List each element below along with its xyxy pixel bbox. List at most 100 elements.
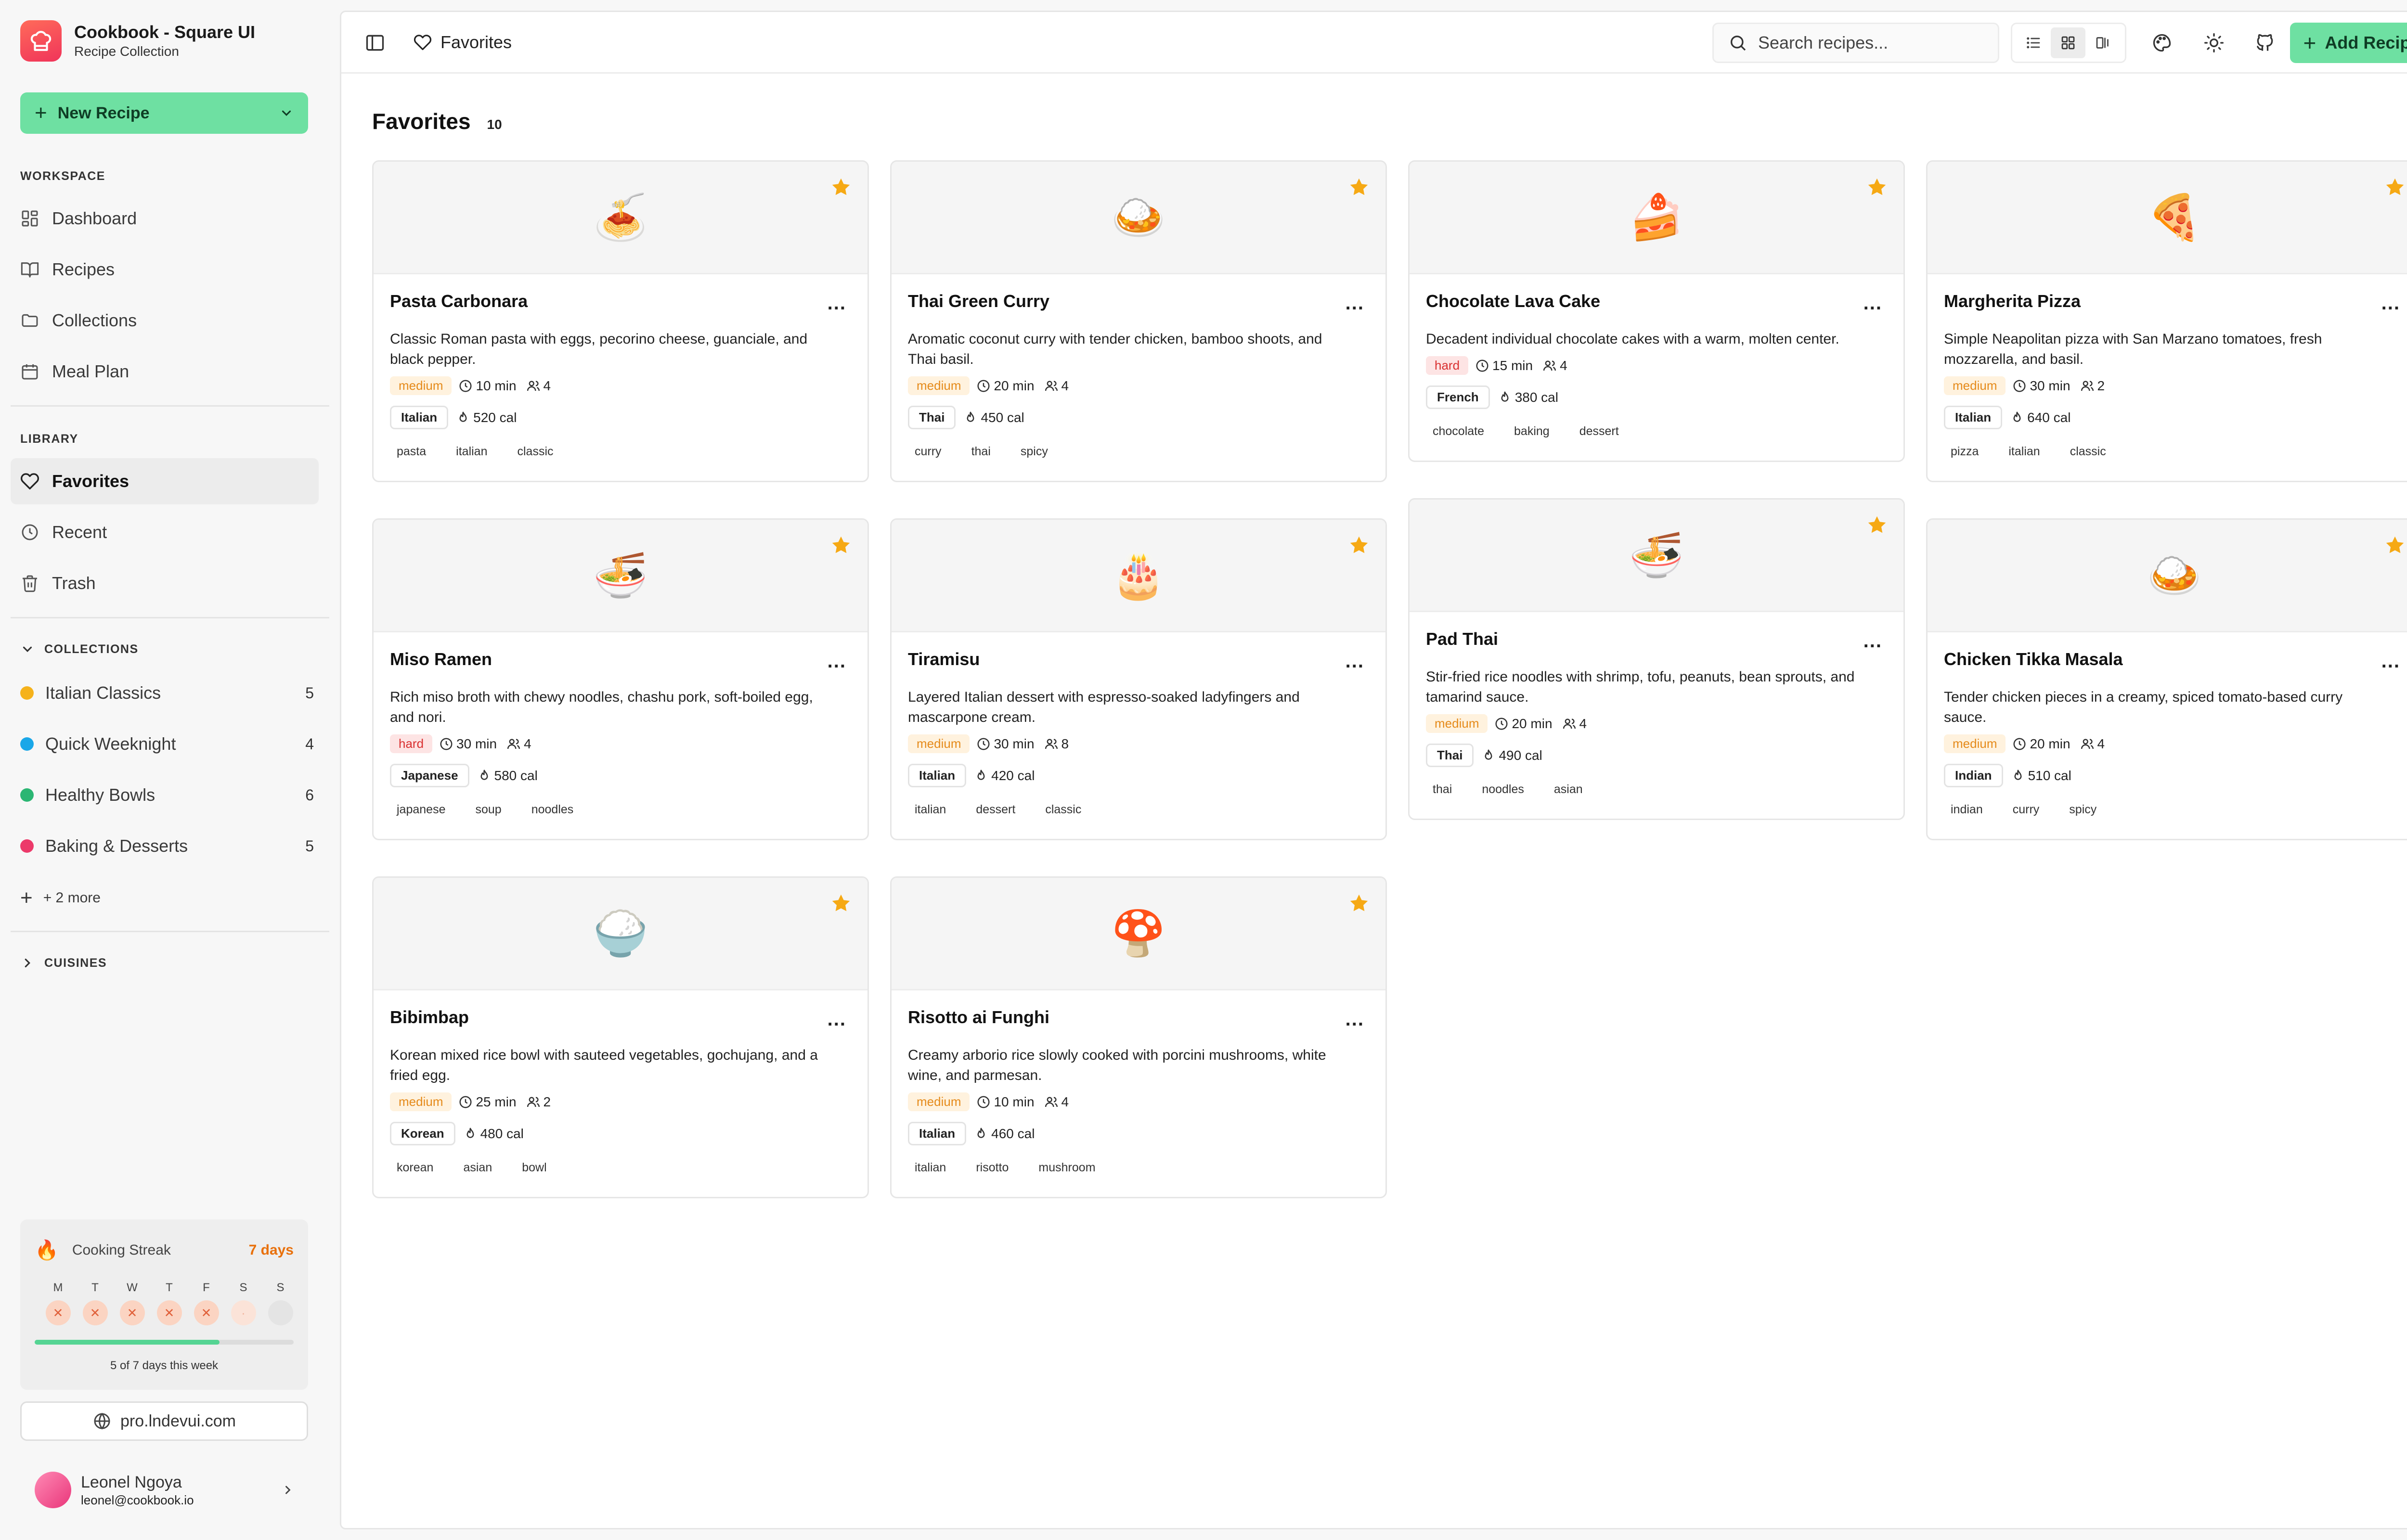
more-options-icon[interactable]: ... <box>1346 294 1364 313</box>
new-recipe-button[interactable]: + New Recipe <box>20 92 308 134</box>
recipe-card[interactable]: 🍰 Chocolate Lava Cake... Decadent individu… <box>1408 160 1905 462</box>
tag[interactable]: chocolate <box>1426 422 1491 441</box>
recipe-card[interactable]: 🍝 Pasta Carbonara... Classic Roman pasta w… <box>372 160 869 482</box>
tag[interactable]: spicy <box>2062 800 2103 820</box>
star-icon[interactable] <box>1348 892 1370 914</box>
collection-item-healthy-bowls[interactable]: Healthy Bowls 6 <box>11 772 319 818</box>
collection-item-quick-weeknight[interactable]: Quick Weeknight 4 <box>11 721 319 767</box>
tag[interactable]: pizza <box>1944 442 1985 462</box>
tag[interactable]: italian <box>449 442 494 462</box>
sun-icon[interactable] <box>2203 32 2225 53</box>
tag[interactable]: classic <box>1038 800 1088 820</box>
sidebar-item-dashboard[interactable]: Dashboard <box>11 195 319 242</box>
tag[interactable]: korean <box>390 1158 440 1178</box>
tag[interactable]: thai <box>1426 780 1459 799</box>
more-options-icon[interactable]: ... <box>1346 1010 1364 1029</box>
add-recipe-button[interactable]: + Add Recipe <box>2290 23 2407 63</box>
tag[interactable]: curry <box>2006 800 2046 820</box>
search-box[interactable] <box>1712 23 1999 63</box>
recipe-card[interactable]: 🍜 Miso Ramen... Rich miso broth with chewy… <box>372 518 869 840</box>
site-link[interactable]: pro.lndevui.com <box>20 1401 308 1441</box>
sidebar-item-collections[interactable]: Collections <box>11 297 319 344</box>
more-options-icon[interactable]: ... <box>828 1010 846 1029</box>
tag[interactable]: bowl <box>515 1158 553 1178</box>
tag[interactable]: asian <box>456 1158 499 1178</box>
recipe-card[interactable]: 🎂 Tiramisu... Layered Italian dessert with… <box>890 518 1387 840</box>
tag[interactable]: thai <box>965 442 997 462</box>
more-options-icon[interactable]: ... <box>1863 294 1882 313</box>
star-icon[interactable] <box>830 892 852 914</box>
streak-progress-bar <box>35 1340 294 1345</box>
users-icon <box>507 738 520 749</box>
tag[interactable]: dessert <box>1573 422 1626 441</box>
flame-icon <box>459 411 467 422</box>
star-icon[interactable] <box>1866 514 1888 536</box>
star-icon[interactable] <box>830 176 852 198</box>
more-options-icon[interactable]: ... <box>828 652 846 671</box>
brand[interactable]: Cookbook - Square UI Recipe Collection <box>20 20 255 62</box>
search-input[interactable] <box>1758 33 1980 53</box>
tag[interactable]: indian <box>1944 800 1990 820</box>
recipe-title: Risotto ai Funghi <box>908 1007 1049 1027</box>
tag[interactable]: curry <box>908 442 948 462</box>
tag[interactable]: soup <box>468 800 508 820</box>
recipe-card[interactable]: 🍕 Margherita Pizza... Simple Neapolitan pi… <box>1926 160 2407 482</box>
more-options-icon[interactable]: ... <box>2381 294 2400 313</box>
tag[interactable]: classic <box>2063 442 2113 462</box>
recipe-card[interactable]: 🍚 Bibimbap... Korean mixed rice bowl with … <box>372 876 869 1198</box>
weekday-label: T <box>91 1281 99 1294</box>
tag[interactable]: noodles <box>525 800 581 820</box>
collections-section-toggle[interactable]: COLLECTIONS <box>20 642 139 656</box>
recipe-tags: indian curry spicy <box>1944 800 2405 820</box>
calories: 380 cal <box>1514 389 1558 405</box>
more-collections-button[interactable]: + + 2 more <box>11 875 319 921</box>
columns-view-button[interactable] <box>2085 27 2120 58</box>
tag[interactable]: italian <box>908 800 953 820</box>
more-options-icon[interactable]: ... <box>1346 652 1364 671</box>
tag[interactable]: noodles <box>1475 780 1531 799</box>
tag[interactable]: baking <box>1507 422 1556 441</box>
star-icon[interactable] <box>830 534 852 556</box>
collection-item-baking-desserts[interactable]: Baking & Desserts 5 <box>11 823 319 869</box>
grid-view-button[interactable] <box>2051 27 2085 58</box>
star-icon[interactable] <box>1348 534 1370 556</box>
github-icon[interactable] <box>2254 32 2276 53</box>
tag[interactable]: japanese <box>390 800 452 820</box>
more-options-icon[interactable]: ... <box>1863 631 1882 651</box>
tag[interactable]: dessert <box>969 800 1022 820</box>
sidebar-item-meal-plan[interactable]: Meal Plan <box>11 348 319 395</box>
recipe-card[interactable]: 🍛 Chicken Tikka Masala... Tender chicken p… <box>1926 518 2407 840</box>
more-options-icon[interactable]: ... <box>828 294 846 313</box>
tag[interactable]: asian <box>1547 780 1590 799</box>
recipe-card[interactable]: 🍜 Pad Thai... Stir-fried rice noodles with… <box>1408 498 1905 820</box>
collection-item-italian-classics[interactable]: Italian Classics 5 <box>11 670 319 716</box>
palette-icon[interactable] <box>2151 32 2173 53</box>
tag[interactable]: risotto <box>969 1158 1015 1178</box>
star-icon[interactable] <box>2384 534 2406 556</box>
app-root: Cookbook - Square UI Recipe Collection +… <box>0 0 2407 1540</box>
star-icon[interactable] <box>2384 176 2406 198</box>
star-icon[interactable] <box>1866 176 1888 198</box>
tag[interactable]: spicy <box>1014 442 1055 462</box>
sidebar-item-trash[interactable]: Trash <box>11 560 319 606</box>
cuisines-section-toggle[interactable]: CUISINES <box>20 956 107 970</box>
star-icon[interactable] <box>1348 176 1370 198</box>
chevron-down-icon[interactable] <box>279 106 294 120</box>
tag[interactable]: classic <box>511 442 560 462</box>
sidebar-item-favorites[interactable]: Favorites <box>11 458 319 504</box>
tag[interactable]: pasta <box>390 442 433 462</box>
user-menu[interactable]: Leonel Ngoya leonel@cookbook.io <box>35 1472 295 1508</box>
recipe-card[interactable]: 🍄 Risotto ai Funghi... Creamy arborio rice… <box>890 876 1387 1198</box>
sidebar-item-recipes[interactable]: Recipes <box>11 246 319 293</box>
clock-icon <box>22 524 38 540</box>
tag[interactable]: mushroom <box>1032 1158 1102 1178</box>
recipe-card[interactable]: 🍛 Thai Green Curry... Aromatic coconut cur… <box>890 160 1387 482</box>
list-view-button[interactable] <box>2016 27 2051 58</box>
more-options-icon[interactable]: ... <box>2381 652 2400 671</box>
sidebar-toggle-icon[interactable] <box>364 32 386 53</box>
recipe-emoji: 🍕 <box>2147 192 2202 242</box>
tag[interactable]: italian <box>908 1158 953 1178</box>
tag[interactable]: italian <box>2002 442 2046 462</box>
sidebar-item-recent[interactable]: Recent <box>11 509 319 555</box>
streak-day-icon: ✕ <box>82 1300 108 1325</box>
